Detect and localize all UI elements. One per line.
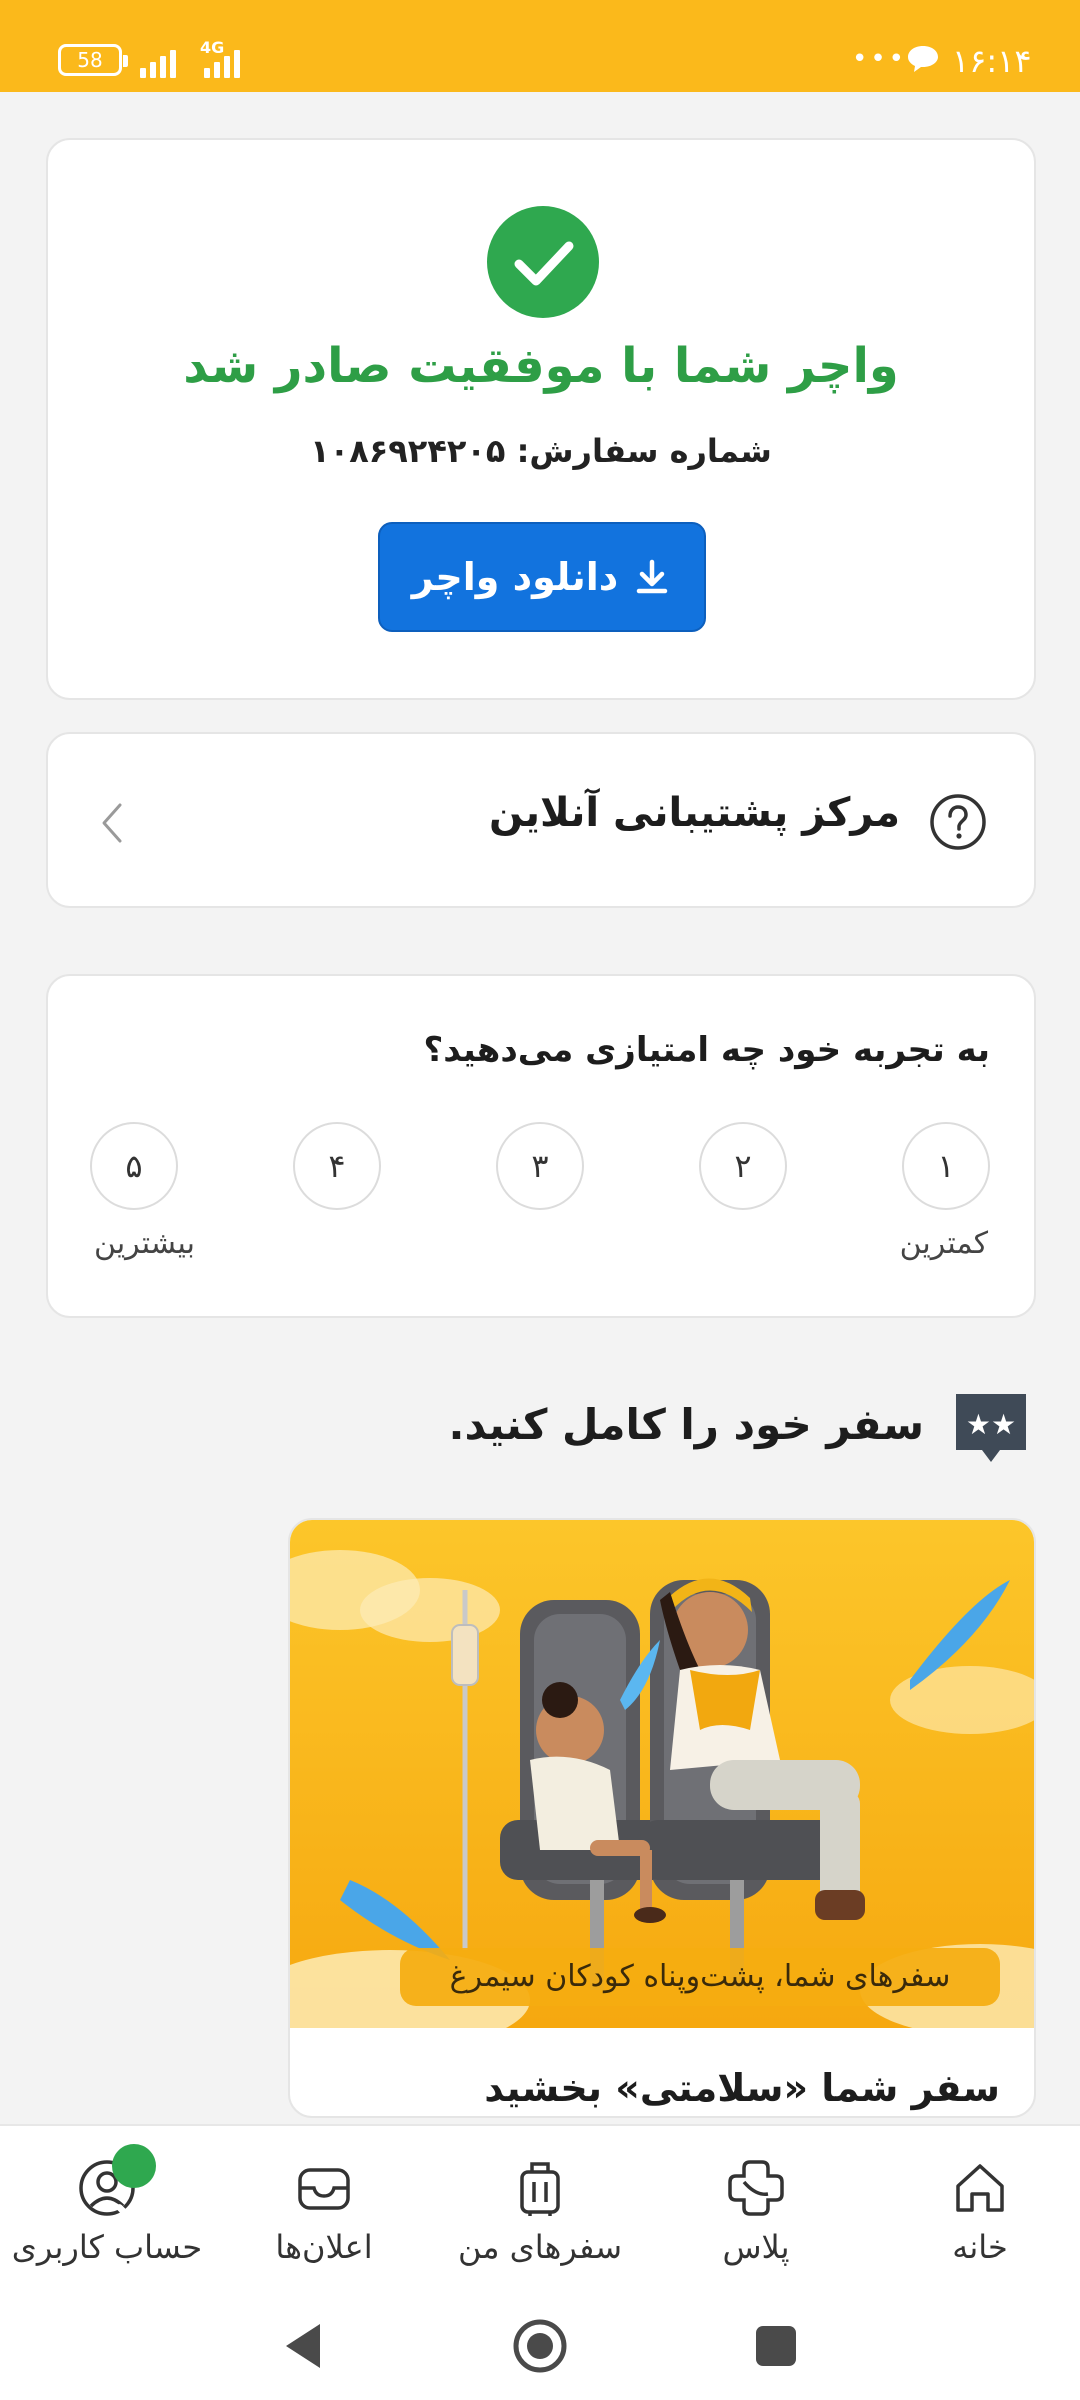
order-number-label: شماره سفارش:: [516, 432, 772, 470]
complete-trip-title: سفر خود را کامل کنید.: [448, 1400, 925, 1449]
nav-account[interactable]: حساب کاربری: [0, 2126, 214, 2294]
rating-question: به تجربه خود چه امتیازی می‌دهید؟: [423, 1030, 990, 1070]
promo-title: سفر شما «سلامتی» بخشید: [484, 2066, 1000, 2110]
rating-option-3[interactable]: ۳: [496, 1122, 584, 1210]
nav-home-label: خانه: [952, 2228, 1008, 2266]
status-bar: 58 4G ••• ۱۶:۱۴: [0, 0, 1080, 92]
system-navigation-bar: [0, 2292, 1080, 2400]
complete-trip-header: ★★ سفر خود را کامل کنید.: [430, 1390, 1030, 1470]
help-icon: [930, 794, 986, 850]
nav-my-trips[interactable]: سفرهای من: [440, 2126, 640, 2294]
rating-option-2[interactable]: ۲: [699, 1122, 787, 1210]
order-number: شماره سفارش: ۱۰۸۶۹۲۴۲۰۵: [48, 432, 1034, 470]
experience-rating-card: به تجربه خود چه امتیازی می‌دهید؟ ۱ ۲ ۳ ۴…: [46, 974, 1036, 1318]
voucher-success-card: واچر شما با موفقیت صادر شد شماره سفارش: …: [46, 138, 1036, 700]
nav-home[interactable]: خانه: [900, 2126, 1060, 2294]
order-number-value: ۱۰۸۶۹۲۴۲۰۵: [310, 432, 506, 470]
rating-low-label: کمترین: [899, 1226, 988, 1261]
inbox-icon: [298, 2168, 350, 2210]
plus-logo-icon: [728, 2160, 784, 2216]
rating-option-5[interactable]: ۵: [90, 1122, 178, 1210]
svg-text:★★: ★★: [966, 1408, 1016, 1441]
success-check-icon: [487, 206, 599, 318]
nav-account-label: حساب کاربری: [11, 2228, 203, 2266]
rating-high-label: بیشترین: [94, 1226, 195, 1261]
battery-indicator: 58: [58, 44, 128, 76]
nav-plus[interactable]: پلاس: [676, 2126, 836, 2294]
signal-icon: [140, 42, 190, 78]
success-title: واچر شما با موفقیت صادر شد: [183, 338, 899, 394]
nav-my-trips-label: سفرهای من: [458, 2228, 622, 2266]
online-support-link[interactable]: مرکز پشتیبانی آنلاین: [46, 732, 1036, 908]
bottom-navigation: خانه پلاس سفرهای من اعلان‌ها: [0, 2124, 1080, 2292]
promo-caption: سفرهای شما، پشت‌وپناه کودکان سیمرغ: [400, 1948, 1000, 2006]
home-circle-icon[interactable]: [508, 2314, 572, 2378]
back-icon[interactable]: [272, 2314, 336, 2378]
chevron-left-icon: [102, 803, 122, 843]
rating-option-1[interactable]: ۱: [902, 1122, 990, 1210]
support-title: مرکز پشتیبانی آنلاین: [489, 790, 900, 836]
clock: ۱۶:۱۴: [952, 42, 1032, 80]
suitcase-icon: [520, 2162, 560, 2216]
download-voucher-button[interactable]: دانلود واچر: [378, 522, 706, 632]
nav-plus-label: پلاس: [722, 2228, 790, 2266]
download-voucher-label: دانلود واچر: [411, 555, 619, 599]
more-notifications-icon: •••: [852, 44, 908, 74]
message-icon: [908, 46, 938, 72]
rating-option-4[interactable]: ۴: [293, 1122, 381, 1210]
review-stars-icon: ★★: [956, 1394, 1026, 1462]
download-icon: [637, 559, 668, 594]
nav-notifications[interactable]: اعلان‌ها: [244, 2126, 404, 2294]
recent-apps-icon[interactable]: [744, 2314, 808, 2378]
nav-notifications-label: اعلان‌ها: [275, 2228, 373, 2266]
simorgh-charity-promo-card[interactable]: سفرهای شما، پشت‌وپناه کودکان سیمرغ سفر ش…: [288, 1518, 1036, 2118]
verified-badge-icon: [112, 2144, 156, 2221]
signal-icon-2: [204, 42, 254, 78]
home-icon: [956, 2164, 1004, 2212]
